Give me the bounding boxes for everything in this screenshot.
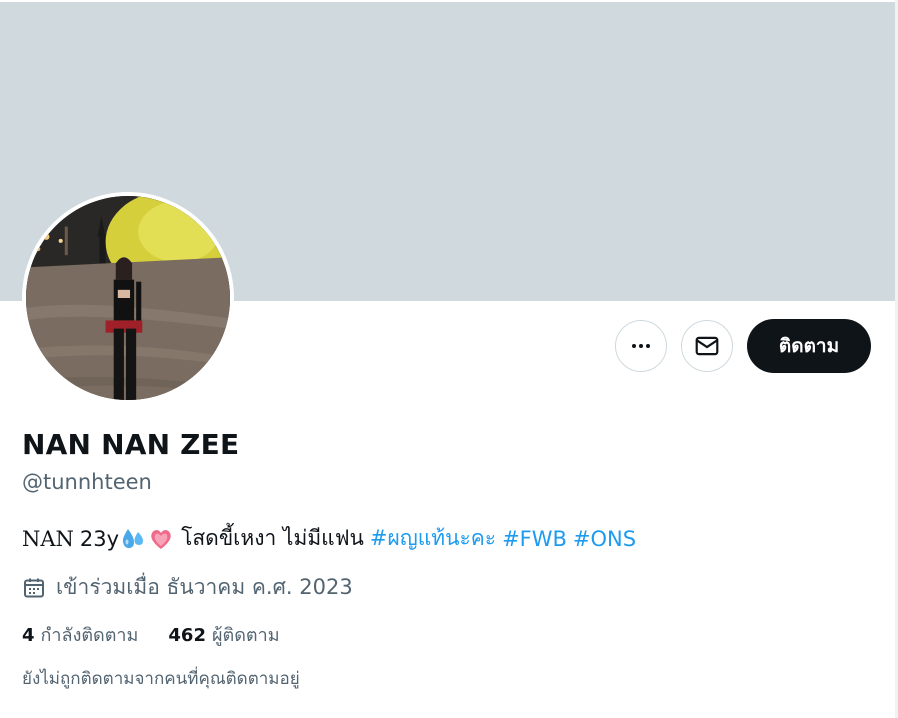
hashtag-link[interactable]: #ผญแท้นะคะ	[370, 522, 496, 555]
hashtag-link[interactable]: #ONS	[573, 527, 636, 551]
hashtag-link[interactable]: #FWB	[502, 527, 567, 551]
banner-divider	[0, 0, 895, 2]
followers-count: 462	[168, 625, 206, 646]
bio-age: 23y	[79, 526, 120, 551]
bio-text: โสดขี้เหงา ไม่มีแฟน	[181, 526, 364, 550]
handle: @tunnhteen	[22, 470, 152, 494]
display-name: NAN NAN ZEE	[22, 428, 240, 461]
envelope-icon	[695, 336, 719, 356]
avatar[interactable]	[22, 192, 234, 404]
heartpulse-icon	[148, 526, 174, 552]
follow-button[interactable]: ติดตาม	[747, 319, 871, 373]
more-button[interactable]	[615, 320, 667, 372]
follow-stats: 4 กำลังติดตาม 462 ผู้ติดตาม	[22, 620, 280, 649]
sweat-droplets-icon	[120, 526, 146, 552]
bio-name: NAN	[22, 526, 74, 551]
following-link[interactable]: 4 กำลังติดตาม	[22, 620, 138, 649]
followers-label: ผู้ติดตาม	[211, 625, 280, 646]
bio: NAN 23y โสดขี้เหงา ไม่มีแฟน #ผญแท้นะคะ #…	[22, 522, 636, 555]
joined-date: เข้าร่วมเมื่อ ธันวาคม ค.ศ. 2023	[22, 571, 353, 604]
followed-by-notice: ยังไม่ถูกติดตามจากคนที่คุณติดตามอยู่	[22, 669, 300, 689]
following-label: กำลังติดตาม	[40, 625, 139, 646]
followers-link[interactable]: 462 ผู้ติดตาม	[168, 620, 279, 649]
profile-page: ติดตาม NAN NAN ZEE @tunnhteen NAN 23y โส…	[0, 0, 895, 718]
calendar-icon	[24, 578, 44, 597]
joined-text: เข้าร่วมเมื่อ ธันวาคม ค.ศ. 2023	[56, 575, 353, 599]
message-button[interactable]	[681, 320, 733, 372]
more-horizontal-icon	[632, 344, 650, 348]
following-count: 4	[22, 625, 35, 646]
avatar-photo	[26, 196, 230, 400]
